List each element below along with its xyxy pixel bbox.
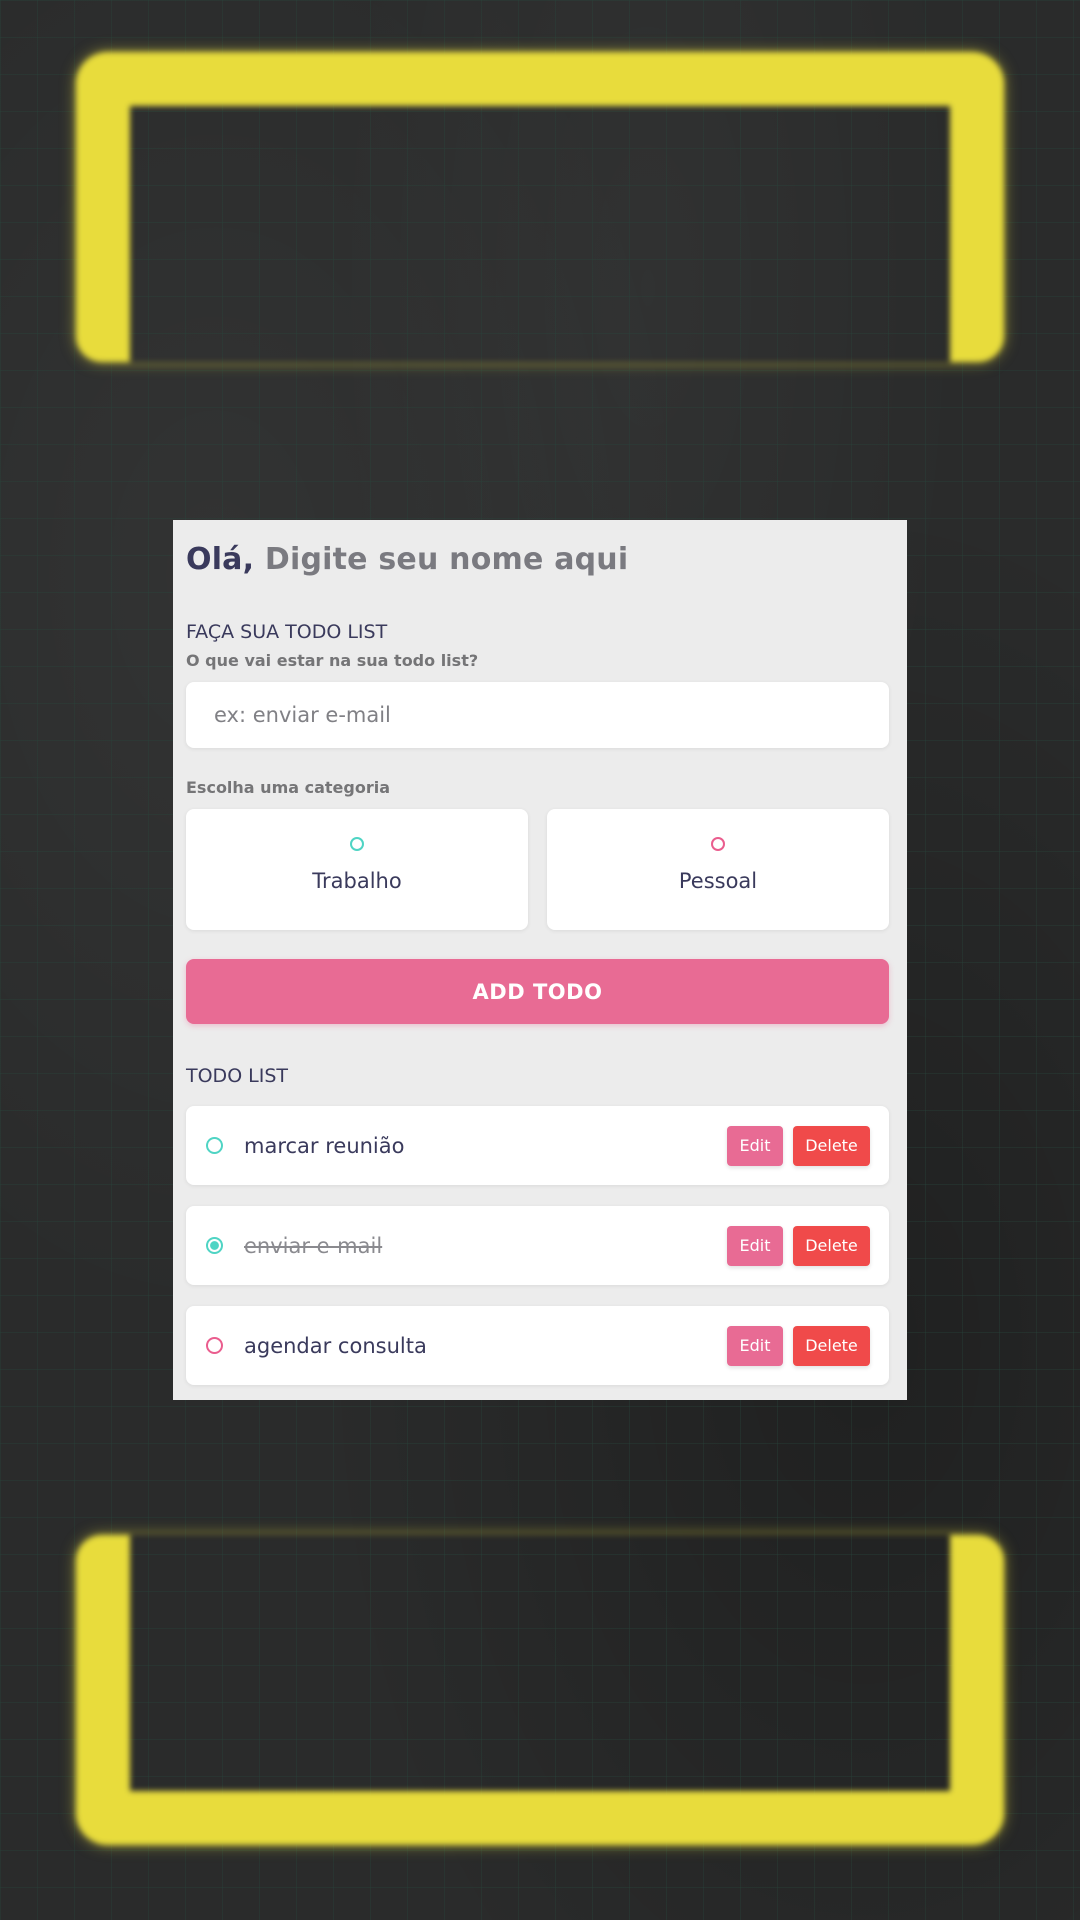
todo-item-text: agendar consulta	[244, 1333, 427, 1358]
todo-input-label: O que vai estar na sua todo list?	[186, 651, 479, 670]
edit-button[interactable]: Edit	[727, 1325, 783, 1366]
category-label: Escolha uma categoria	[186, 778, 390, 797]
todo-checkbox-checked-icon[interactable]	[206, 1237, 223, 1254]
create-todo-title: FAÇA SUA TODO LIST	[186, 621, 388, 643]
edit-button[interactable]: Edit	[727, 1125, 783, 1166]
greeting-prefix: Olá,	[186, 542, 255, 577]
radio-circle-icon[interactable]	[711, 837, 725, 851]
todo-item-text: enviar e-mail	[244, 1233, 383, 1258]
neon-frame-top	[76, 52, 1004, 362]
todo-list-title: TODO LIST	[186, 1065, 289, 1087]
delete-button[interactable]: Delete	[793, 1225, 870, 1266]
category-option-label: Trabalho	[312, 869, 402, 893]
category-option-trabalho[interactable]: Trabalho	[186, 809, 528, 930]
greeting-heading: Olá, Digite seu nome aqui	[186, 542, 889, 577]
todo-item: marcar reunião Edit Delete	[186, 1106, 889, 1185]
delete-button[interactable]: Delete	[793, 1325, 870, 1366]
add-todo-button[interactable]: ADD TODO	[186, 959, 889, 1024]
edit-button[interactable]: Edit	[727, 1225, 783, 1266]
todo-content-input[interactable]	[186, 682, 889, 748]
todo-item-text: marcar reunião	[244, 1133, 405, 1158]
todo-list: marcar reunião Edit Delete enviar e-mail…	[186, 1106, 889, 1385]
todo-app-card: Olá, Digite seu nome aqui FAÇA SUA TODO …	[173, 520, 907, 1400]
category-options: Trabalho Pessoal	[186, 809, 889, 930]
radio-circle-icon[interactable]	[350, 837, 364, 851]
neon-frame-bottom	[76, 1535, 1004, 1845]
todo-checkbox-icon[interactable]	[206, 1337, 223, 1354]
delete-button[interactable]: Delete	[793, 1125, 870, 1166]
category-option-label: Pessoal	[678, 869, 758, 893]
todo-item: enviar e-mail Edit Delete	[186, 1206, 889, 1285]
todo-checkbox-icon[interactable]	[206, 1137, 223, 1154]
name-input[interactable]: Digite seu nome aqui	[265, 542, 628, 577]
todo-item: agendar consulta Edit Delete	[186, 1306, 889, 1385]
category-option-pessoal[interactable]: Pessoal	[547, 809, 889, 930]
